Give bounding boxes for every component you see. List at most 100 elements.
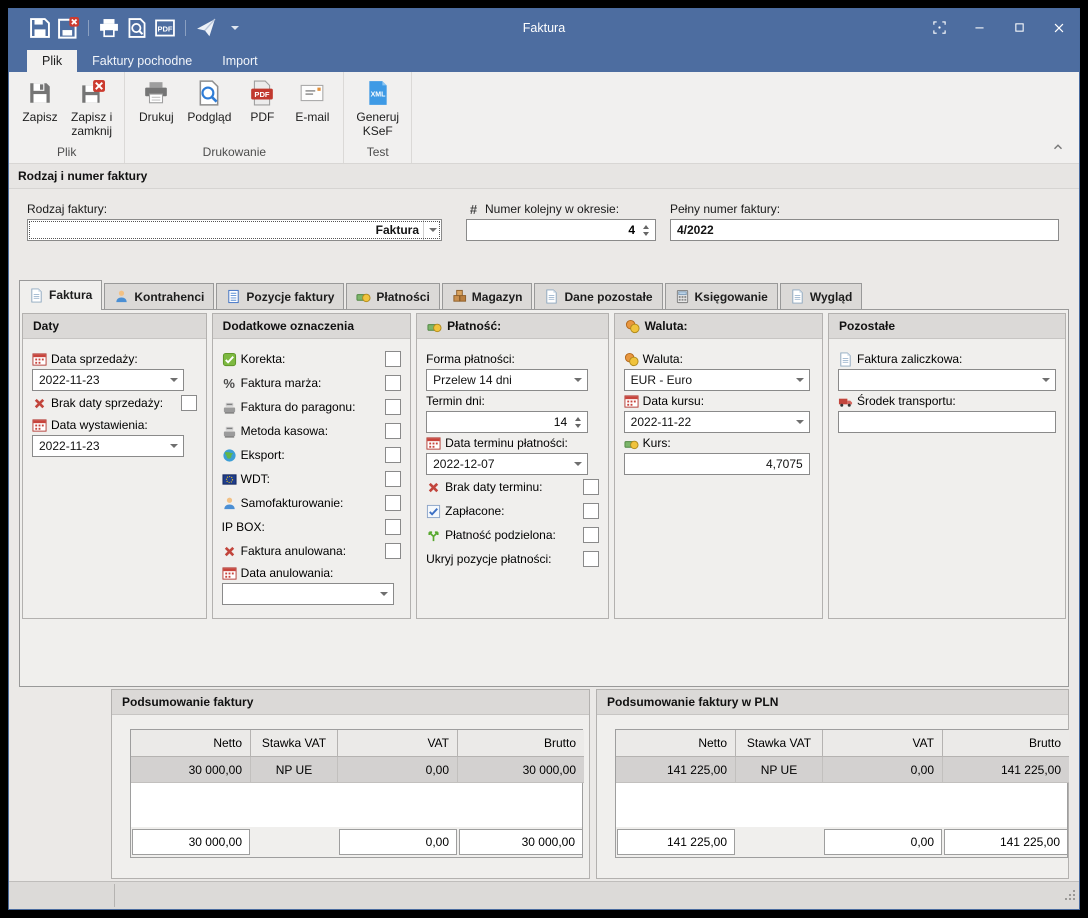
srodek-transportu-input[interactable] [838,411,1056,433]
zaplacone-checkbox[interactable] [583,503,599,519]
data-sprzedazy-combo[interactable]: 2022-11-23 [32,369,184,391]
window-controls [919,9,1079,46]
chevron-down-icon[interactable] [791,370,809,390]
wdt-checkbox[interactable] [385,471,401,487]
more-commands-caret[interactable] [231,26,239,30]
data-kursu-combo[interactable]: 2022-11-22 [624,411,810,433]
tab-kontrahenci[interactable]: Kontrahenci [104,283,214,309]
ip-box-checkbox[interactable] [385,519,401,535]
spin-up-icon[interactable] [643,225,649,229]
ribbon-tab-import[interactable]: Import [207,50,272,72]
metoda-kasowa-checkbox[interactable] [385,423,401,439]
spin-down-icon[interactable] [575,424,581,428]
ribbon-group-label: Test [344,143,411,163]
save-close-icon[interactable] [57,17,79,39]
ukryj-pozycje-checkbox[interactable] [583,551,599,567]
focus-mode-icon[interactable] [919,9,959,46]
document-icon [544,289,559,304]
pelny-numer-input[interactable] [670,219,1059,241]
ribbon-tab-faktury-pochodne[interactable]: Faktury pochodne [77,50,207,72]
tab-magazyn[interactable]: Magazyn [442,283,533,309]
tab-ksiegowanie[interactable]: Księgowanie [665,283,778,309]
samofakturowanie-checkbox[interactable] [385,495,401,511]
tab-faktura[interactable]: Faktura [19,280,102,310]
calendar-icon [426,436,441,451]
total-vat: 0,00 [339,829,457,855]
waluta-panel-title: Waluta: [615,314,822,339]
quick-access-toolbar: PDF [9,17,239,39]
print-icon[interactable] [98,17,120,39]
pdf-icon: PDF [249,78,275,108]
chevron-down-icon[interactable] [1037,370,1055,390]
termin-dni-spinner[interactable]: 14 [426,411,588,433]
ribbon-tab-plik[interactable]: Plik [27,50,77,72]
chevron-down-icon[interactable] [375,584,393,604]
spin-down-icon[interactable] [643,232,649,236]
resize-grip[interactable] [1065,889,1077,907]
totals-row: 141 225,00 0,00 141 225,00 [616,827,1067,857]
chevron-down-icon[interactable] [165,436,183,456]
data-terminu-label: Data terminu płatności: [426,433,599,453]
waluta-combo[interactable]: EUR - Euro [624,369,810,391]
generuj-ksef-button[interactable]: XML Generuj KSeF [350,76,405,143]
maximize-icon[interactable] [999,9,1039,46]
spin-up-icon[interactable] [575,417,581,421]
minimize-icon[interactable] [959,9,999,46]
globe-icon [222,448,237,463]
collapse-ribbon-icon[interactable] [1051,140,1065,159]
close-icon[interactable] [1039,9,1079,46]
rodzaj-faktury-combo[interactable]: Faktura [27,219,442,241]
truck-icon [838,394,853,409]
save-icon [27,78,53,108]
faktura-do-paragonu-checkbox[interactable] [385,399,401,415]
faktura-anulowana-checkbox[interactable] [385,543,401,559]
pdf-icon[interactable]: PDF [154,17,176,39]
toolbar-separator [185,20,186,36]
svg-text:PDF: PDF [255,90,271,99]
eksport-checkbox[interactable] [385,447,401,463]
tab-platnosci[interactable]: Płatności [346,283,439,309]
percent-icon: % [222,376,237,391]
tab-wyglad[interactable]: Wygląd [780,283,862,309]
blue-check-icon [426,504,441,519]
data-terminu-combo[interactable]: 2022-12-07 [426,453,588,475]
save-icon[interactable] [29,17,51,39]
data-wystawienia-combo[interactable]: 2022-11-23 [32,435,184,457]
send-icon[interactable] [195,17,217,39]
brak-daty-terminu-checkbox[interactable] [583,479,599,495]
platnosc-podzielona-checkbox[interactable] [583,527,599,543]
person-icon [222,496,237,511]
chevron-down-icon[interactable] [423,220,441,240]
numer-kolejny-spinner[interactable]: 4 [466,219,656,241]
faktura-zaliczkowa-combo[interactable] [838,369,1056,391]
total-brutto: 30 000,00 [459,829,583,855]
srodek-transportu-label: Środek transportu: [838,391,1056,411]
forma-platnosci-combo[interactable]: Przelew 14 dni [426,369,588,391]
document-icon [838,352,853,367]
tab-dane-pozostale[interactable]: Dane pozostałe [534,283,662,309]
ribbon: Zapisz Zapisz i zamknij Plik Drukuj Podg… [9,72,1079,164]
faktura-marza-checkbox[interactable] [385,375,401,391]
chevron-down-icon[interactable] [569,370,587,390]
zapisz-i-zamknij-button[interactable]: Zapisz i zamknij [65,76,118,143]
drukuj-button[interactable]: Drukuj [131,76,181,143]
data-kursu-label: Data kursu: [624,391,813,411]
tab-pozycje-faktury[interactable]: Pozycje faktury [216,283,344,309]
data-anulowania-combo[interactable] [222,583,394,605]
preview-icon[interactable] [126,17,148,39]
chevron-down-icon[interactable] [791,412,809,432]
col-header-brutto: Brutto [943,730,1069,757]
brak-daty-sprzedazy-checkbox[interactable] [181,395,197,411]
kurs-input[interactable] [624,453,810,475]
col-header-netto: Netto [131,730,251,757]
email-button[interactable]: E-mail [287,76,337,143]
chevron-down-icon[interactable] [569,454,587,474]
zapisz-button[interactable]: Zapisz [15,76,65,143]
oznaczenia-panel: Dodatkowe oznaczenia Korekta: %Faktura m… [212,313,411,619]
total-brutto: 141 225,00 [944,829,1068,855]
chevron-down-icon[interactable] [165,370,183,390]
podglad-button[interactable]: Podgląd [181,76,237,143]
korekta-checkbox[interactable] [385,351,401,367]
save-close-icon [79,78,105,108]
pdf-button[interactable]: PDF PDF [237,76,287,143]
